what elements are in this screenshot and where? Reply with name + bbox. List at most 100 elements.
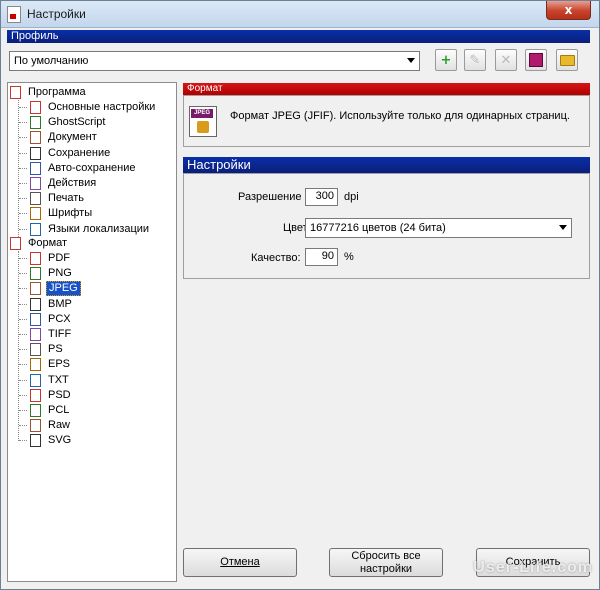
add-profile-button[interactable]: + xyxy=(435,49,457,71)
tree-item-icon xyxy=(30,177,41,190)
tree-item-label: PS xyxy=(48,343,63,356)
close-button[interactable]: x xyxy=(546,1,591,20)
window-title: Настройки xyxy=(27,7,86,21)
tree-item-icon xyxy=(30,222,41,236)
tree-item-label: Действия xyxy=(48,177,97,189)
tree-item-icon xyxy=(30,328,41,341)
tree-item-icon xyxy=(30,267,41,281)
tree-item-icon xyxy=(30,131,41,145)
tree-connector xyxy=(18,251,19,441)
cancel-button[interactable]: Отмена xyxy=(183,548,297,577)
save-icon xyxy=(529,53,543,67)
tree-item-icon xyxy=(30,312,41,326)
tree-item-label: Сохранение xyxy=(48,146,111,159)
tree-item-icon xyxy=(30,297,41,311)
tree-connector xyxy=(19,258,27,259)
tree-item-icon xyxy=(30,404,41,417)
settings-header: Настройки xyxy=(183,157,590,173)
format-description: Формат JPEG (JFIF). Используйте только д… xyxy=(230,110,570,122)
save-profile-button[interactable] xyxy=(525,49,547,71)
tree-connector xyxy=(19,425,27,427)
format-icon xyxy=(10,237,21,250)
jpeg-icon-graphic xyxy=(197,121,209,133)
tree-connector xyxy=(19,318,27,320)
resolution-unit: dpi xyxy=(344,191,359,203)
tree-item-label: Raw xyxy=(48,419,71,432)
jpeg-file-icon: JPEG xyxy=(189,106,217,137)
settings-tree[interactable]: Программа Формат Основные настройки Ghost… xyxy=(7,82,177,582)
tree-connector xyxy=(19,303,27,305)
reset-button-label-line1: Сбросить все xyxy=(351,549,421,562)
tree-connector xyxy=(19,334,27,335)
tree-connector xyxy=(19,152,27,154)
tree-item-icon xyxy=(30,388,41,402)
tree-connector xyxy=(19,198,27,200)
format-panel: JPEG Формат JPEG (JFIF). Используйте тол… xyxy=(183,95,590,147)
tree-item-icon xyxy=(30,192,41,206)
jpeg-icon-label: JPEG xyxy=(191,109,213,118)
tree-connector xyxy=(19,137,27,139)
tree-item-label: PDF xyxy=(48,252,70,264)
rename-profile-button[interactable]: ✎ xyxy=(464,49,486,71)
tree-item-icon xyxy=(30,358,41,372)
tree-connector xyxy=(19,410,27,411)
tree-item-label: Документ xyxy=(48,131,97,144)
tree-item-label: TIFF xyxy=(48,328,72,340)
tree-item-label: Программа xyxy=(28,86,86,98)
tree-item-label: GhostScript xyxy=(48,116,106,129)
tree-item-label: JPEG xyxy=(46,281,81,297)
tree-connector xyxy=(19,183,27,184)
resolution-input[interactable]: 300 xyxy=(305,188,338,206)
profile-select-value: По умолчанию xyxy=(14,55,89,67)
tree-item-label: SVG xyxy=(48,434,72,447)
tree-item-icon xyxy=(30,373,41,387)
tree-connector xyxy=(19,288,27,290)
tree-connector xyxy=(19,213,27,215)
chevron-down-icon xyxy=(407,58,415,63)
reset-button-label-line2: настройки xyxy=(359,562,413,575)
tree-item-label: BMP xyxy=(48,297,72,310)
rename-icon: ✎ xyxy=(469,52,481,68)
tree-connector xyxy=(19,440,27,442)
quality-unit: % xyxy=(344,251,354,263)
quality-input[interactable]: 90 xyxy=(305,248,338,266)
delete-profile-button[interactable]: ✕ xyxy=(495,49,517,71)
tree-item-icon xyxy=(30,343,41,357)
tree-item-icon xyxy=(30,252,41,265)
open-profile-button[interactable] xyxy=(556,49,578,71)
title-bar: Настройки x xyxy=(1,1,599,28)
tree-item-icon xyxy=(30,419,41,433)
chevron-down-icon xyxy=(559,225,567,230)
tree-item-label: Авто-сохранение xyxy=(48,161,136,174)
format-header: Формат xyxy=(183,83,590,95)
profile-select[interactable]: По умолчанию xyxy=(9,51,420,71)
tree-item-icon xyxy=(30,101,41,114)
delete-icon: ✕ xyxy=(500,52,512,68)
tree-connector xyxy=(19,228,27,230)
settings-panel: Разрешение 300 dpi Цвета 16777216 цветов… xyxy=(183,173,590,279)
tree-item-label: Печать xyxy=(48,192,85,205)
tree-item-icon xyxy=(30,146,41,160)
tree-item-label: Основные настройки xyxy=(48,101,156,113)
quality-label: Качество: xyxy=(251,252,301,264)
tree-item-label: EPS xyxy=(48,358,71,371)
tree-item-label: PCL xyxy=(48,404,70,416)
tree-item-icon xyxy=(30,116,41,130)
cancel-button-label: Отмена xyxy=(220,556,260,568)
tree-item-label: Шрифты xyxy=(48,207,93,220)
tree-connector xyxy=(19,167,27,169)
app-icon xyxy=(7,6,21,23)
tree-item-icon xyxy=(30,434,41,448)
resolution-label: Разрешение xyxy=(238,191,302,203)
profile-header: Профиль xyxy=(7,30,590,43)
colors-select-value: 16777216 цветов (24 бита) xyxy=(310,222,446,234)
tree-connector xyxy=(19,379,27,381)
colors-select[interactable]: 16777216 цветов (24 бита) xyxy=(305,218,572,238)
watermark: User-Life.com xyxy=(473,559,593,576)
reset-settings-button[interactable]: Сбросить все настройки xyxy=(329,548,443,577)
tree-connector xyxy=(19,107,27,108)
folder-icon xyxy=(559,54,575,66)
program-icon xyxy=(10,86,21,99)
add-icon: + xyxy=(440,52,452,68)
tree-item-label: PCX xyxy=(48,312,71,325)
